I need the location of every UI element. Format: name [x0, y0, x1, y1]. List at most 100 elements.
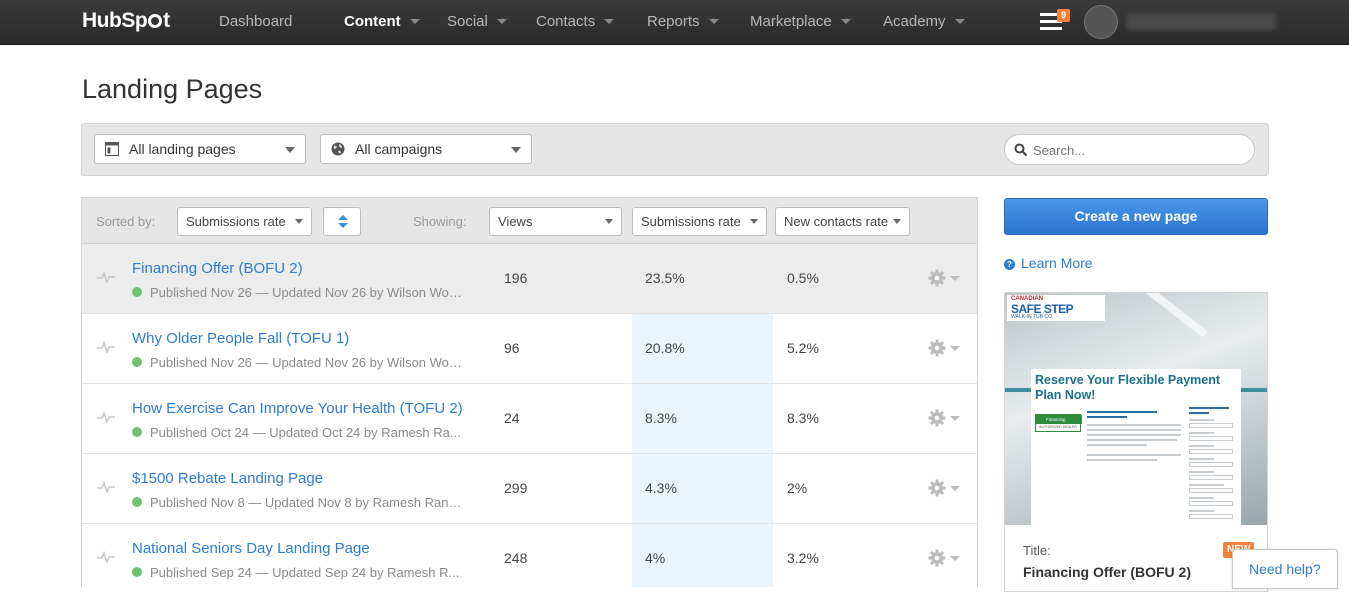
page-title: Landing Pages: [82, 74, 263, 104]
nav-social[interactable]: Social: [447, 13, 507, 33]
chevron-down-icon: [409, 19, 420, 24]
filter-bar: All landing pages All campaigns: [81, 123, 1269, 176]
nav-contacts[interactable]: Contacts: [536, 13, 615, 33]
user-name-blurred[interactable]: [1126, 14, 1276, 30]
new-contacts-rate-value: 3.2%: [787, 550, 819, 566]
globe-icon: [331, 142, 345, 156]
financing-services-logo: Financing Services AUTHORIZED DEALER: [1035, 414, 1082, 432]
page-thumbnail[interactable]: CANADIAN SAFE STEP WALK-IN TUB CO. Reser…: [1005, 293, 1267, 525]
page-name-link[interactable]: How Exercise Can Improve Your Health (TO…: [132, 400, 463, 417]
column-submissions-rate-select[interactable]: Submissions rate: [632, 207, 767, 236]
chevron-down-icon: [285, 147, 295, 153]
page-meta: Published Nov 8 — Updated Nov 8 by Rames…: [132, 495, 472, 510]
nav-reports[interactable]: Reports: [647, 13, 719, 33]
chevron-down-icon: [605, 219, 613, 224]
gear-icon[interactable]: [928, 339, 962, 357]
nav-marketplace[interactable]: Marketplace: [750, 13, 851, 33]
thumbnail-headline: Reserve Your Flexible Payment Plan Now!: [1035, 373, 1221, 402]
chevron-down-icon: [750, 219, 758, 224]
chevron-down-icon: [954, 19, 965, 24]
nav-academy[interactable]: Academy: [883, 13, 965, 33]
table-row[interactable]: How Exercise Can Improve Your Health (TO…: [82, 384, 977, 454]
safe-step-logo: CANADIAN SAFE STEP WALK-IN TUB CO.: [1007, 295, 1105, 321]
table-row[interactable]: Financing Offer (BOFU 2) Published Nov 2…: [82, 244, 977, 314]
gear-icon[interactable]: [928, 409, 962, 427]
learn-more-link[interactable]: ? Learn More: [1004, 255, 1093, 271]
chevron-down-icon: [511, 147, 521, 153]
select-label: New contacts rate: [784, 214, 889, 229]
performance-pulse-icon: [97, 411, 115, 423]
page-name-link[interactable]: Financing Offer (BOFU 2): [132, 260, 303, 277]
table-row[interactable]: National Seniors Day Landing Page Publis…: [82, 524, 977, 587]
page-layout-icon: [105, 142, 119, 156]
learn-more-label: Learn More: [1021, 255, 1093, 271]
chevron-down-icon: [496, 19, 507, 24]
page-meta: Published Oct 24 — Updated Oct 24 by Ram…: [132, 425, 472, 440]
views-value: 299: [504, 480, 528, 496]
column-new-contacts-rate-select[interactable]: New contacts rate: [775, 207, 910, 236]
submissions-rate-value: 4%: [645, 550, 666, 566]
views-value: 248: [504, 550, 528, 566]
preview-title-value: Financing Offer (BOFU 2): [1023, 564, 1191, 580]
landing-page-type-select[interactable]: All landing pages: [94, 134, 306, 164]
page-name-link[interactable]: $1500 Rebate Landing Page: [132, 470, 323, 487]
views-value: 24: [504, 410, 520, 426]
page-preview-card[interactable]: CANADIAN SAFE STEP WALK-IN TUB CO. Reser…: [1004, 292, 1268, 592]
showing-label: Showing:: [413, 214, 467, 229]
sorted-by-label: Sorted by:: [96, 214, 156, 229]
table-row[interactable]: $1500 Rebate Landing Page Published Nov …: [82, 454, 977, 524]
select-label: Views: [498, 214, 533, 229]
gear-icon[interactable]: [928, 479, 962, 497]
views-value: 196: [504, 270, 528, 286]
gear-icon[interactable]: [928, 269, 962, 287]
submissions-rate-value: 20.8%: [645, 340, 685, 356]
views-value: 96: [504, 340, 520, 356]
sort-direction-button[interactable]: [323, 207, 361, 236]
page-meta: Published Nov 26 — Updated Nov 26 by Wil…: [132, 285, 472, 300]
table-header: Sorted by: Submissions rate Showing: Vie…: [82, 198, 977, 244]
new-contacts-rate-value: 5.2%: [787, 340, 819, 356]
need-help-button[interactable]: Need help?: [1232, 549, 1338, 589]
avatar[interactable]: [1084, 5, 1118, 39]
published-status-dot: [132, 357, 142, 367]
notification-badge[interactable]: 9: [1057, 9, 1070, 22]
performance-pulse-icon: [97, 551, 115, 563]
chevron-down-icon: [708, 19, 719, 24]
search-icon: [1014, 143, 1028, 157]
published-status-dot: [132, 497, 142, 507]
new-contacts-rate-value: 0.5%: [787, 270, 819, 286]
table-row[interactable]: Why Older People Fall (TOFU 1) Published…: [82, 314, 977, 384]
select-label: Submissions rate: [186, 214, 286, 229]
page-name-link[interactable]: Why Older People Fall (TOFU 1): [132, 330, 349, 347]
performance-pulse-icon: [97, 481, 115, 493]
create-new-page-button[interactable]: Create a new page: [1004, 198, 1268, 235]
hubspot-logo[interactable]: HubSp t: [82, 9, 170, 33]
thumbnail-content-panel: Reserve Your Flexible Payment Plan Now! …: [1031, 369, 1241, 525]
page-meta: Published Nov 26 — Updated Nov 26 by Wil…: [132, 355, 472, 370]
campaign-select[interactable]: All campaigns: [320, 134, 532, 164]
select-label: All campaigns: [355, 141, 443, 157]
chevron-down-icon: [893, 219, 901, 224]
gear-icon[interactable]: [928, 549, 962, 567]
sort-field-select[interactable]: Submissions rate: [177, 207, 312, 236]
chevron-down-icon: [295, 219, 303, 224]
column-views-select[interactable]: Views: [489, 207, 622, 236]
submissions-rate-value: 8.3%: [645, 410, 677, 426]
nav-content[interactable]: Content: [344, 13, 420, 33]
search-input[interactable]: [1033, 141, 1243, 159]
landing-pages-table: Sorted by: Submissions rate Showing: Vie…: [81, 197, 978, 587]
performance-pulse-icon: [97, 271, 115, 283]
preview-title-label: Title:: [1023, 543, 1051, 558]
chevron-down-icon: [604, 19, 615, 24]
search-box[interactable]: [1004, 134, 1255, 165]
sort-up-icon: [338, 215, 348, 220]
chevron-down-icon: [840, 19, 851, 24]
published-status-dot: [132, 287, 142, 297]
new-contacts-rate-value: 8.3%: [787, 410, 819, 426]
published-status-dot: [132, 427, 142, 437]
page-name-link[interactable]: National Seniors Day Landing Page: [132, 540, 370, 557]
nav-dashboard[interactable]: Dashboard: [219, 13, 292, 33]
question-icon: ?: [1004, 259, 1015, 270]
select-label: All landing pages: [129, 141, 236, 157]
performance-pulse-icon: [97, 341, 115, 353]
